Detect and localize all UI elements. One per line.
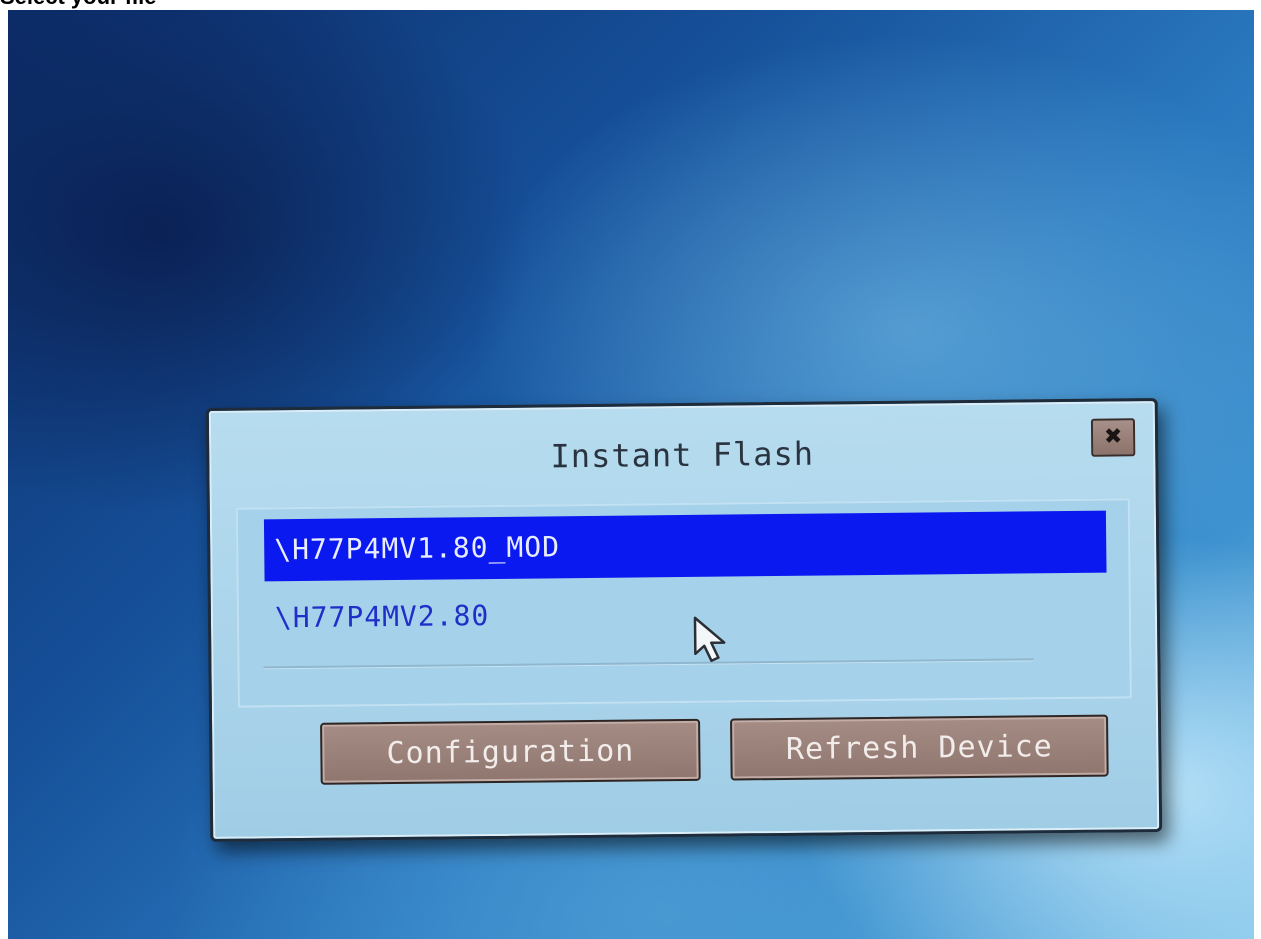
bios-screen: Instant Flash ✖ \H77P4MV1.80_MOD \H77P4M…: [8, 10, 1254, 939]
close-icon: ✖: [1103, 424, 1123, 450]
arrow-pointer-icon: [693, 616, 726, 662]
file-list: \H77P4MV1.80_MOD \H77P4MV2.80: [235, 498, 1132, 708]
close-button[interactable]: ✖: [1090, 418, 1136, 457]
instant-flash-dialog: Instant Flash ✖ \H77P4MV1.80_MOD \H77P4M…: [205, 398, 1163, 842]
file-list-item-selected[interactable]: \H77P4MV1.80_MOD: [263, 510, 1107, 582]
refresh-device-button[interactable]: Refresh Device: [730, 714, 1109, 781]
configuration-button[interactable]: Configuration: [320, 718, 701, 785]
file-list-item[interactable]: \H77P4MV2.80: [265, 579, 1108, 650]
page-caption: Select your file: [0, 0, 157, 8]
dialog-title: Instant Flash: [550, 434, 815, 476]
